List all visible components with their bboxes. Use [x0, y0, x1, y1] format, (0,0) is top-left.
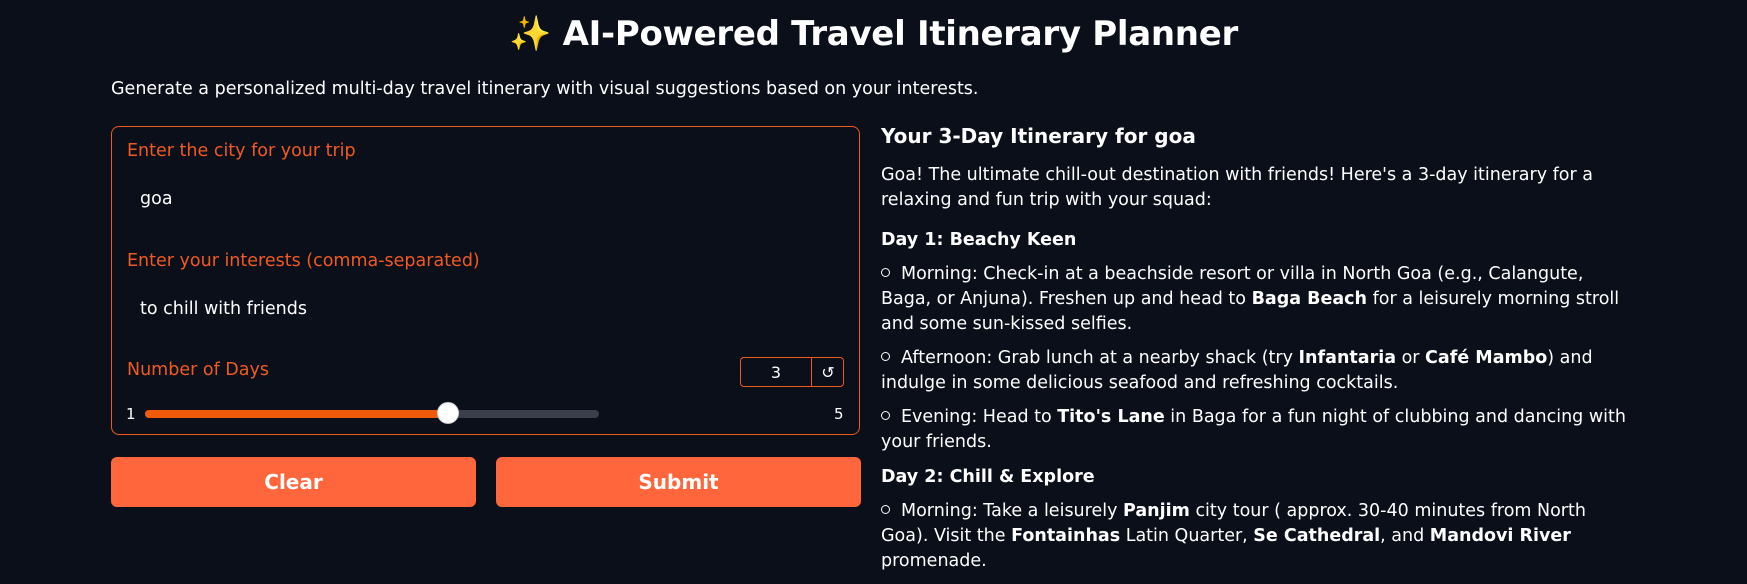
day-activity-list: Morning: Take a leisurely Panjim city to… [881, 499, 1633, 574]
activity-text: Morning: Take a leisurely [901, 501, 1124, 521]
itinerary-output: Your 3-Day Itinerary for goa Goa! The ul… [881, 124, 1633, 584]
page-subtitle: Generate a personalized multi-day travel… [111, 79, 979, 99]
itinerary-heading: Your 3-Day Itinerary for goa [881, 124, 1196, 148]
itinerary-days: Day 1: Beachy Keen Morning: Check-in at a… [881, 228, 1633, 574]
interests-input[interactable] [114, 287, 856, 331]
slider-max-label: 5 [834, 405, 844, 423]
activity-text: Afternoon: Grab lunch at a nearby shack … [901, 348, 1299, 368]
city-label: Enter the city for your trip [127, 141, 356, 161]
highlight-text: Panjim [1123, 501, 1190, 521]
day-heading: Day 1: Beachy Keen [881, 230, 1077, 250]
highlight-text: Infantaria [1298, 348, 1397, 368]
activity-text: Evening: Head to [901, 407, 1058, 427]
bullet-icon [881, 351, 890, 361]
itinerary-intro: Goa! The ultimate chill-out destination … [881, 165, 1593, 210]
activity-text: , and [1380, 526, 1430, 546]
clear-button[interactable]: Clear [111, 457, 476, 507]
activity-text: or [1396, 348, 1426, 368]
bullet-icon [881, 504, 890, 514]
sparkles-icon: ✨ [509, 14, 552, 54]
reset-icon[interactable]: ↺ [811, 358, 844, 386]
activity-item: Morning: Take a leisurely Panjim city to… [881, 499, 1633, 574]
bullet-icon [881, 267, 890, 277]
activity-item: Afternoon: Grab lunch at a nearby shack … [881, 346, 1633, 396]
page-title-text: AI-Powered Travel Itinerary Planner [562, 14, 1239, 54]
days-number-input[interactable] [741, 358, 811, 386]
slider-fill [145, 410, 448, 418]
submit-button[interactable]: Submit [496, 457, 861, 507]
activity-text: Latin Quarter, [1120, 526, 1254, 546]
slider-thumb[interactable] [437, 402, 459, 424]
page-title: ✨ AI-Powered Travel Itinerary Planner [0, 14, 1747, 54]
interests-label: Enter your interests (comma-separated) [127, 251, 480, 271]
highlight-text: Fontainhas [1011, 526, 1121, 546]
highlight-text: Mandovi River [1429, 526, 1571, 546]
bullet-icon [881, 410, 890, 420]
activity-item: Morning: Check-in at a beachside resort … [881, 262, 1633, 337]
activity-text: promenade. [881, 551, 987, 571]
day-activity-list: Morning: Check-in at a beachside resort … [881, 262, 1633, 455]
highlight-text: Se Cathedral [1253, 526, 1381, 546]
highlight-text: Café Mambo [1425, 348, 1548, 368]
highlight-text: Baga Beach [1251, 289, 1368, 309]
days-number-box: ↺ [740, 357, 844, 387]
day-heading: Day 2: Chill & Explore [881, 467, 1095, 487]
city-input[interactable] [114, 177, 856, 221]
days-label: Number of Days [127, 360, 269, 380]
days-slider[interactable] [145, 402, 599, 424]
input-panel: Enter the city for your trip Enter your … [111, 126, 860, 435]
highlight-text: Tito's Lane [1057, 407, 1165, 427]
activity-item: Evening: Head to Tito's Lane in Baga for… [881, 405, 1633, 455]
slider-min-label: 1 [126, 405, 136, 423]
